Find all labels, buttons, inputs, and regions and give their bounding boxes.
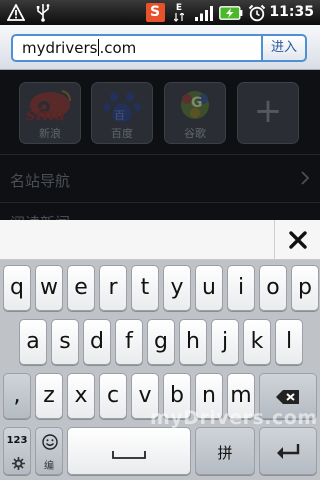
smiley-icon bbox=[42, 434, 58, 450]
data-e-icon: E bbox=[172, 3, 186, 22]
key-j[interactable]: j bbox=[211, 319, 239, 365]
battery-charging-icon bbox=[219, 3, 243, 22]
pinyin-switch-key[interactable]: 拼 bbox=[195, 427, 255, 475]
alarm-icon bbox=[247, 3, 266, 22]
key-d[interactable]: d bbox=[83, 319, 111, 365]
key-b[interactable]: b bbox=[163, 373, 191, 419]
quick-link-label: 新浪 bbox=[39, 127, 61, 140]
browser-address-bar: mydrivers .com 进入 bbox=[0, 25, 320, 70]
space-icon bbox=[112, 451, 146, 459]
key-m[interactable]: m bbox=[227, 373, 255, 419]
divider bbox=[0, 202, 320, 203]
space-key[interactable] bbox=[67, 427, 191, 475]
backspace-icon bbox=[276, 390, 299, 404]
key-q[interactable]: q bbox=[3, 265, 31, 311]
key-v[interactable]: v bbox=[131, 373, 159, 419]
sina-logo-text: sina bbox=[26, 105, 66, 125]
go-button[interactable]: 进入 bbox=[261, 34, 307, 62]
signal-icon bbox=[194, 3, 214, 22]
key-n[interactable]: n bbox=[195, 373, 223, 419]
mode-123-key[interactable]: 123 bbox=[3, 427, 31, 475]
divider bbox=[0, 154, 320, 155]
usb-icon bbox=[34, 3, 52, 22]
settings-gear-icon bbox=[12, 457, 25, 470]
key-w[interactable]: w bbox=[35, 265, 63, 311]
google-logo-text: G bbox=[191, 95, 203, 111]
key-z[interactable]: z bbox=[35, 373, 63, 419]
key-o[interactable]: o bbox=[259, 265, 287, 311]
key-p[interactable]: p bbox=[291, 265, 319, 311]
key-a[interactable]: a bbox=[19, 319, 47, 365]
key-y[interactable]: y bbox=[163, 265, 191, 311]
quick-link-label: 谷歌 bbox=[184, 127, 206, 140]
enter-icon bbox=[277, 444, 300, 459]
edit-label: 编 bbox=[44, 461, 54, 472]
key-e[interactable]: e bbox=[67, 265, 95, 311]
key-s[interactable]: s bbox=[51, 319, 79, 365]
quick-link-sina[interactable]: sina 新浪 bbox=[19, 82, 81, 144]
key-comma[interactable]: , bbox=[3, 373, 31, 419]
quick-link-baidu[interactable]: 百 百度 bbox=[91, 82, 153, 144]
site-nav-title[interactable]: 名站导航 bbox=[10, 170, 70, 191]
key-t[interactable]: t bbox=[131, 265, 159, 311]
status-bar: S E 11:35 bbox=[0, 0, 320, 25]
key-f[interactable]: f bbox=[115, 319, 143, 365]
chevron-right-icon bbox=[301, 170, 310, 189]
ime-candidate-bar bbox=[0, 220, 320, 260]
baidu-logo-text: 百 bbox=[114, 109, 125, 122]
data-badge: E bbox=[175, 2, 183, 13]
key-c[interactable]: c bbox=[99, 373, 127, 419]
emoji-edit-key[interactable]: 编 bbox=[35, 427, 63, 475]
url-input[interactable]: mydrivers .com bbox=[11, 34, 261, 62]
quick-link-google[interactable]: G 谷歌 bbox=[164, 82, 226, 144]
soft-keyboard: q w e r t y u i o p a s d f g h j k l, z x c v b n m 123 编 拼 bbox=[0, 260, 320, 480]
key-r[interactable]: r bbox=[99, 265, 127, 311]
add-quick-link-button[interactable]: + bbox=[237, 82, 299, 144]
enter-key[interactable] bbox=[259, 427, 317, 475]
url-text-before-caret: mydrivers bbox=[22, 39, 98, 57]
close-keyboard-button[interactable] bbox=[274, 220, 320, 260]
sogou-input-icon: S bbox=[145, 3, 165, 22]
key-i[interactable]: i bbox=[227, 265, 255, 311]
status-time: 11:35 bbox=[269, 4, 314, 20]
backspace-key[interactable] bbox=[259, 373, 317, 419]
key-l[interactable]: l bbox=[275, 319, 303, 365]
quick-link-label: 百度 bbox=[111, 127, 133, 140]
key-h[interactable]: h bbox=[179, 319, 207, 365]
key-g[interactable]: g bbox=[147, 319, 175, 365]
key-x[interactable]: x bbox=[67, 373, 95, 419]
plus-icon: + bbox=[253, 91, 283, 131]
warning-icon bbox=[6, 3, 26, 22]
sogou-badge: S bbox=[145, 3, 165, 22]
close-icon bbox=[288, 231, 307, 249]
news-row-title[interactable]: 阅读新闻 bbox=[10, 212, 70, 220]
page-content-dimmed: sina 新浪 百 百度 G 谷歌 + 名站导航 阅读新闻 bbox=[0, 70, 320, 220]
key-k[interactable]: k bbox=[243, 319, 271, 365]
key-u[interactable]: u bbox=[195, 265, 223, 311]
url-text-after-caret: .com bbox=[99, 39, 137, 57]
mode-label: 123 bbox=[6, 435, 28, 446]
pinyin-label: 拼 bbox=[217, 444, 233, 462]
